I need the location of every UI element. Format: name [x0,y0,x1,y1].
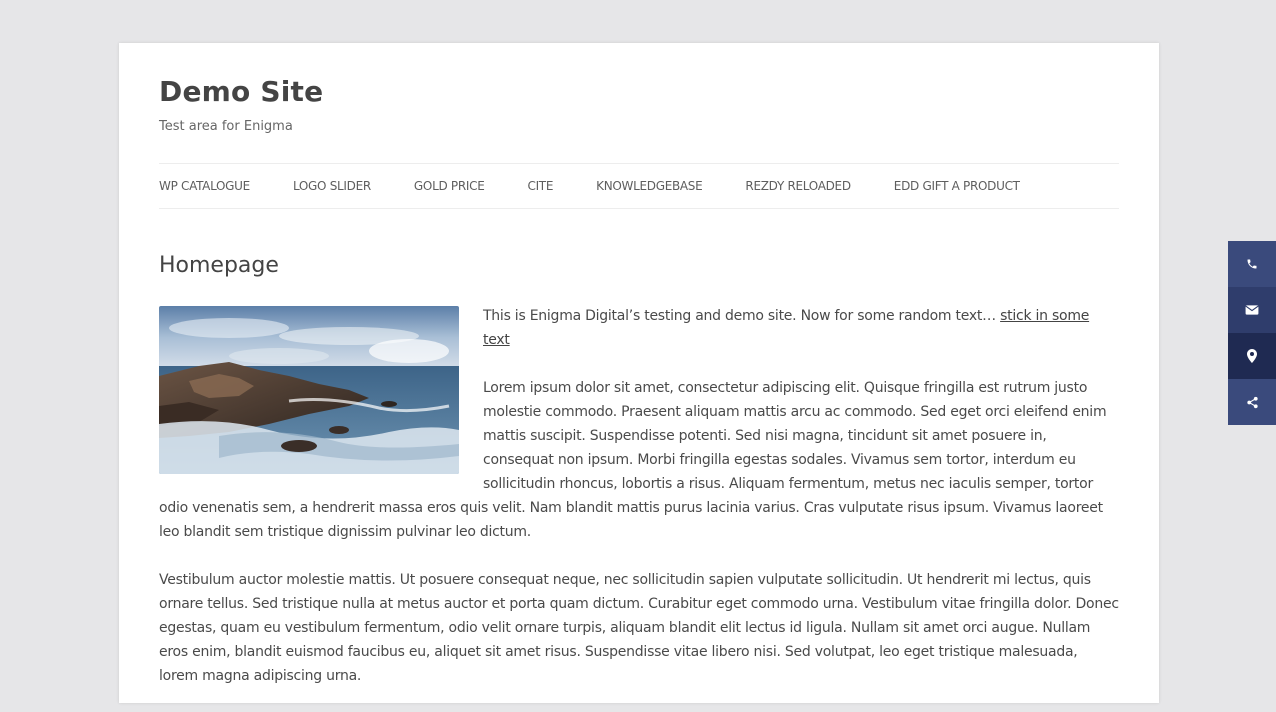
phone-button[interactable] [1228,241,1276,287]
intro-text: This is Enigma Digital’s testing and dem… [483,308,1001,324]
side-contact-bar [1228,241,1276,425]
nav-item-logo-slider[interactable]: LOGO SLIDER [293,179,371,193]
site-title[interactable]: Demo Site [159,75,323,108]
phone-icon [1247,259,1257,269]
page-container: Demo Site Test area for Enigma WP CATALO… [119,43,1159,703]
nav-item-rezdy-reloaded[interactable]: REZDY RELOADED [745,179,851,193]
nav-item-gold-price[interactable]: GOLD PRICE [414,179,485,193]
nav-item-edd-gift-a-product[interactable]: EDD GIFT A PRODUCT [894,179,1020,193]
main-navigation: WP CATALOGUE LOGO SLIDER GOLD PRICE CITE… [159,163,1119,209]
page-title: Homepage [159,253,279,278]
share-icon [1246,396,1258,408]
nav-item-knowledgebase[interactable]: KNOWLEDGEBASE [596,179,703,193]
email-icon [1245,305,1259,315]
nav-item-wp-catalogue[interactable]: WP CATALOGUE [159,179,250,193]
site-tagline: Test area for Enigma [159,119,293,134]
share-button[interactable] [1228,379,1276,425]
main-content: Homepage This is Enigma Digital’s testin… [159,253,1119,712]
nav-item-cite[interactable]: CITE [527,179,553,193]
email-button[interactable] [1228,287,1276,333]
location-button[interactable] [1228,333,1276,379]
map-marker-icon [1247,349,1257,363]
body-paragraph-2: Vestibulum auctor molestie mattis. Ut po… [159,572,1119,684]
hero-image [159,306,459,474]
